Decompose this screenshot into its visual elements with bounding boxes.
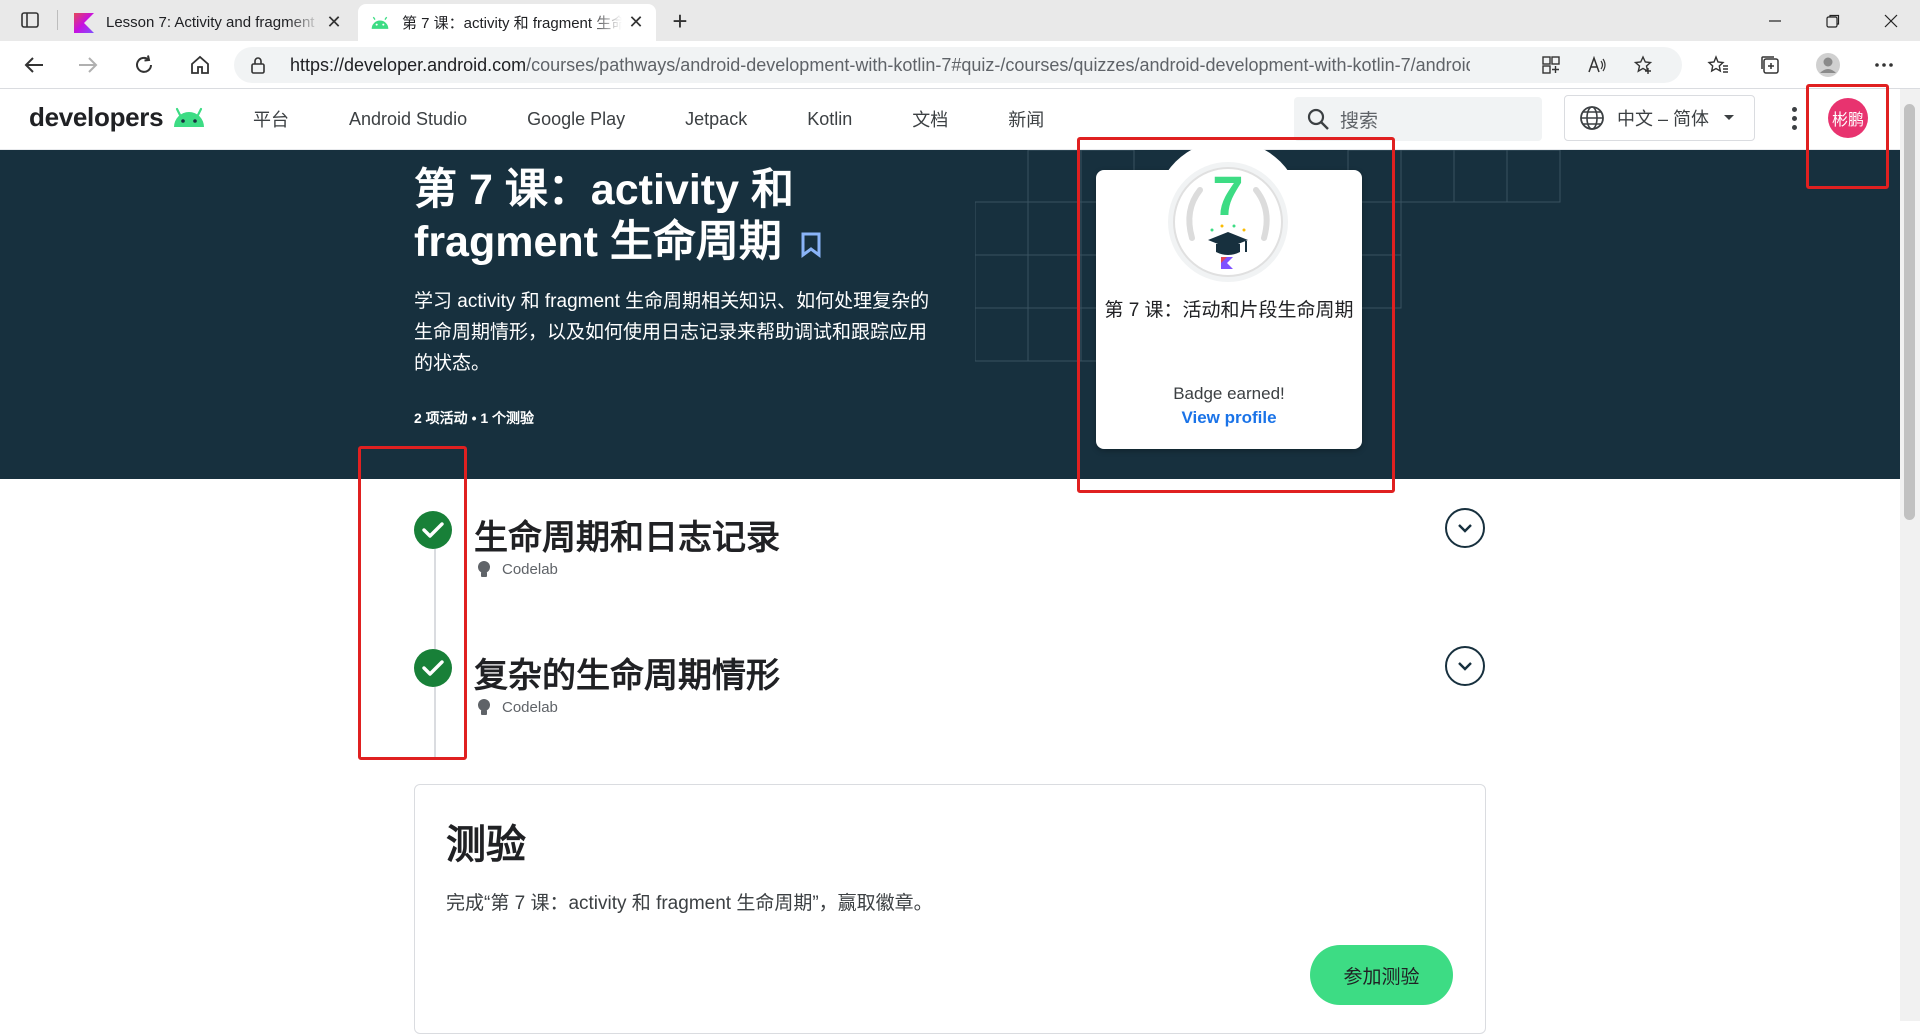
read-aloud-icon[interactable] <box>1582 53 1612 77</box>
nav-news[interactable]: 新闻 <box>1008 106 1044 132</box>
android-favicon-icon <box>371 16 389 29</box>
tab-close-icon[interactable]: ✕ <box>320 9 348 37</box>
url-host: https://developer.android.com <box>290 55 527 75</box>
new-tab-button[interactable]: + <box>664 6 696 36</box>
tab-close-icon[interactable]: ✕ <box>622 9 650 37</box>
language-selector[interactable]: 中文 – 简体 <box>1564 95 1755 141</box>
nav-docs[interactable]: 文档 <box>912 106 948 132</box>
nav-kotlin[interactable]: Kotlin <box>807 109 852 130</box>
nav-android-studio[interactable]: Android Studio <box>349 109 467 130</box>
search-placeholder: 搜索 <box>1340 110 1379 132</box>
tab-title: Lesson 7: Activity and fragment lifecycl… <box>106 14 320 31</box>
chevron-down-icon <box>1458 662 1472 671</box>
browser-tab-active[interactable]: 第 7 课：activity 和 fragment 生命周期 ✕ <box>358 4 656 41</box>
bookmark-icon[interactable] <box>800 232 822 258</box>
annotation-box-avatar <box>1806 84 1889 189</box>
scrollbar-thumb[interactable] <box>1904 104 1915 520</box>
logo-text: developers <box>29 102 164 132</box>
reload-icon[interactable] <box>126 49 162 81</box>
forward-icon[interactable] <box>70 49 106 81</box>
activity-type: Codelab <box>476 698 558 716</box>
android-logo-icon <box>174 107 205 127</box>
language-label: 中文 – 简体 <box>1617 109 1710 129</box>
globe-icon <box>1580 106 1604 130</box>
chevron-down-icon <box>1458 524 1472 533</box>
browser-tab-lesson7[interactable]: Lesson 7: Activity and fragment lifecycl… <box>62 4 354 41</box>
url-text[interactable]: https://developer.android.com/courses/pa… <box>290 55 1470 76</box>
activity-title[interactable]: 生命周期和日志记录 <box>474 510 780 559</box>
course-meta: 2 项活动 • 1 个测验 <box>414 410 535 426</box>
address-bar[interactable]: https://developer.android.com/courses/pa… <box>234 47 1682 83</box>
profile-icon[interactable] <box>1810 49 1846 81</box>
nav-jetpack[interactable]: Jetpack <box>685 109 747 130</box>
tab-actions-icon[interactable] <box>14 8 46 32</box>
app-available-icon[interactable] <box>1536 53 1566 77</box>
kotlin-favicon-icon <box>74 12 94 33</box>
chevron-down-icon <box>1724 115 1735 120</box>
activity-title[interactable]: 复杂的生命周期情形 <box>474 648 780 697</box>
quiz-description: 完成“第 7 课：activity 和 fragment 生命周期”，赢取徽章。 <box>446 893 933 914</box>
url-path: /courses/pathways/android-development-wi… <box>526 55 1470 75</box>
browser-toolbar: https://developer.android.com/courses/pa… <box>0 41 1920 89</box>
annotation-box-badge <box>1077 137 1395 493</box>
take-quiz-button[interactable]: 参加测验 <box>1310 945 1453 1005</box>
add-favorite-icon[interactable] <box>1628 53 1658 77</box>
annotation-box-checks <box>358 446 467 760</box>
close-window-icon[interactable] <box>1862 0 1920 41</box>
lightbulb-icon <box>478 561 490 577</box>
lightbulb-icon <box>478 699 490 715</box>
developers-logo[interactable]: developers <box>29 102 207 133</box>
back-icon[interactable] <box>16 49 52 81</box>
site-search-input[interactable]: 搜索 <box>1294 97 1542 141</box>
course-description: 学习 activity 和 fragment 生命周期相关知识、如何处理复杂的生… <box>414 291 930 374</box>
activity-type-label: Codelab <box>502 698 558 716</box>
quiz-title: 测验 <box>446 823 526 867</box>
activity-type: Codelab <box>476 560 558 578</box>
restore-icon[interactable] <box>1804 0 1862 41</box>
course-hero: 第 7 课：activity 和 fragment 生命周期 学习 activi… <box>0 150 1900 479</box>
collections-icon[interactable] <box>1752 49 1788 81</box>
nav-google-play[interactable]: Google Play <box>527 109 625 130</box>
minimize-icon[interactable] <box>1746 0 1804 41</box>
home-icon[interactable] <box>182 49 218 81</box>
course-title-text: 第 7 课：activity 和 fragment 生命周期 <box>414 166 794 266</box>
nav-platform[interactable]: 平台 <box>253 106 289 132</box>
more-options-icon[interactable] <box>1866 49 1902 81</box>
lock-icon[interactable] <box>250 56 266 74</box>
search-icon <box>1307 108 1329 130</box>
tab-divider <box>57 10 58 30</box>
activity-type-label: Codelab <box>502 560 558 578</box>
top-nav: 平台 Android Studio Google Play Jetpack Ko… <box>253 89 1104 149</box>
expand-activity-button[interactable] <box>1445 508 1485 548</box>
expand-activity-button[interactable] <box>1445 646 1485 686</box>
favorites-icon[interactable] <box>1700 49 1736 81</box>
site-header: developers 平台 Android Studio Google Play… <box>0 89 1900 150</box>
tab-title: 第 7 课：activity 和 fragment 生命周期 <box>402 15 622 32</box>
browser-tab-strip: Lesson 7: Activity and fragment lifecycl… <box>0 0 1920 41</box>
course-title: 第 7 课：activity 和 fragment 生命周期 <box>414 164 894 268</box>
